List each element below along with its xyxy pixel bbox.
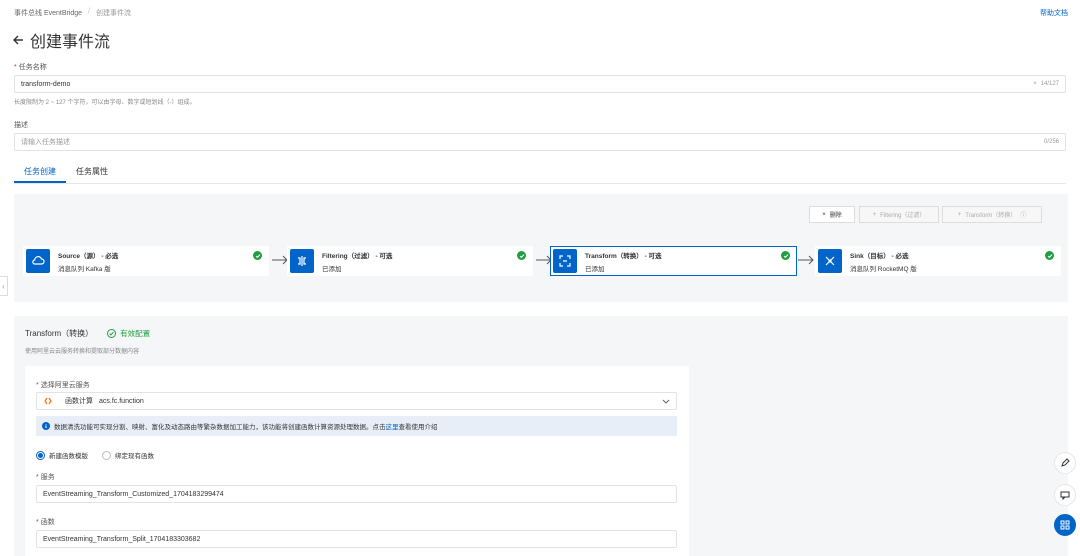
node-subtitle: 消息队列 Kafka 版 xyxy=(58,265,111,273)
check-icon xyxy=(517,251,526,260)
chevron-down-icon xyxy=(662,399,670,404)
node-subtitle: 已添加 xyxy=(585,265,605,273)
function-compute-icon xyxy=(44,397,52,405)
node-subtitle: 已添加 xyxy=(322,265,342,273)
collapse-chevron-icon[interactable]: ‹ xyxy=(0,276,8,296)
node-subtitle: 消息队列 RocketMQ 版 xyxy=(850,265,917,273)
tab-task-properties[interactable]: 任务属性 xyxy=(66,160,118,183)
transform-config-panel: Transform（转换） 有效配置 使用阿里云云服务转换和提取部分数据内容 *… xyxy=(14,316,1068,556)
flow-node-filtering[interactable]: Filtering（过滤） - 可选 已添加 xyxy=(287,246,533,276)
filter-icon xyxy=(290,249,314,273)
help-doc-link[interactable]: 帮助文档 xyxy=(1040,8,1068,18)
add-filtering-button[interactable]: + Filtering（过滤） xyxy=(859,206,939,223)
breadcrumb-current: 创建事件流 xyxy=(96,10,132,17)
flow-node-source[interactable]: Source（源） - 必选 消息队列 Kafka 版 xyxy=(23,246,269,276)
service-value: acs.fc.function xyxy=(99,397,144,405)
function-input[interactable]: EventStreaming_Transform_Split_170418330… xyxy=(36,530,677,548)
apps-icon xyxy=(1060,520,1070,530)
node-title: Sink（目标） - 必选 xyxy=(850,252,909,260)
task-name-value: transform-demo xyxy=(21,80,71,88)
node-title: Source（源） - 必选 xyxy=(58,252,119,260)
plus-icon: + xyxy=(957,211,962,218)
server-label: * 服务 xyxy=(36,474,55,481)
flow-panel: × 删除 + Filtering（过滤） + Transform（转换） ⓘ Sourc… xyxy=(14,194,1068,302)
back-arrow-icon[interactable] xyxy=(12,34,24,46)
required-mark: * xyxy=(14,64,17,71)
cloud-icon xyxy=(26,249,50,273)
function-mode-radio-group: 新建函数模版 绑定现有函数 xyxy=(36,450,154,460)
task-name-input[interactable]: transform-demo × 14/127 xyxy=(14,75,1066,93)
chat-icon xyxy=(1060,491,1070,500)
check-icon xyxy=(1045,251,1054,260)
breadcrumb-root[interactable]: 事件总线 EventBridge xyxy=(14,8,82,18)
network-icon xyxy=(818,249,842,273)
config-description: 使用阿里云云服务转换和提取部分数据内容 xyxy=(25,349,140,355)
task-name-counter: 14/127 xyxy=(1040,81,1059,87)
description-input[interactable]: 请输入任务描述 0/256 xyxy=(14,133,1066,151)
radio-new-template[interactable]: 新建函数模版 xyxy=(36,450,88,460)
radio-empty-icon xyxy=(102,450,111,460)
check-icon xyxy=(253,251,262,260)
check-icon xyxy=(781,251,790,260)
service-select[interactable]: 函数计算 acs.fc.function xyxy=(36,392,677,410)
function-label: * 函数 xyxy=(36,519,55,526)
delete-button[interactable]: × 删除 xyxy=(809,206,855,223)
info-text: 数据清洗功能可实现分割、映射、富化及动态路由等繁杂数据加工能力，该功能将创建函数… xyxy=(54,424,386,431)
task-name-hint: 长度限制为 2 ~ 127 个字符，可以由字母、数字或短划线（-）组成。 xyxy=(14,100,196,106)
breadcrumb: 事件总线 EventBridge / 创建事件流 xyxy=(14,8,131,18)
config-title: Transform（转换） xyxy=(25,329,94,338)
close-icon: × xyxy=(822,211,826,218)
apps-button[interactable] xyxy=(1054,514,1076,536)
server-input[interactable]: EventStreaming_Transform_Customized_1704… xyxy=(36,485,677,503)
add-transform-button[interactable]: + Transform（转换） ⓘ xyxy=(942,206,1042,223)
clear-icon[interactable]: × xyxy=(1033,81,1037,87)
node-title: Transform（转换） - 可选 xyxy=(585,252,662,260)
config-header: Transform（转换） 有效配置 xyxy=(25,328,150,339)
radio-selected-icon xyxy=(36,450,45,460)
tabs: 任务创建 任务属性 xyxy=(14,160,1066,184)
arrow-right-icon xyxy=(798,255,814,265)
config-card: * 选择阿里云服务 函数计算 acs.fc.function 数据清洗功能可实现分… xyxy=(25,366,689,556)
plus-icon: + xyxy=(872,211,877,218)
help-circle-icon: ⓘ xyxy=(1020,213,1027,219)
flow-node-sink[interactable]: Sink（目标） - 必选 消息队列 RocketMQ 版 xyxy=(815,246,1061,276)
info-suffix: 查看使用介绍 xyxy=(398,424,438,431)
breadcrumb-separator: / xyxy=(88,8,91,15)
flow-node-transform[interactable]: Transform（转换） - 可选 已添加 xyxy=(550,246,797,276)
radio-bind-existing[interactable]: 绑定现有函数 xyxy=(102,450,154,460)
task-name-label: * 任务名称 xyxy=(14,64,47,71)
chat-button[interactable] xyxy=(1054,484,1076,506)
transform-icon xyxy=(553,249,577,273)
tab-task-create[interactable]: 任务创建 xyxy=(14,160,66,183)
service-name: 函数计算 xyxy=(65,398,93,405)
server-value: EventStreaming_Transform_Customized_1704… xyxy=(43,490,224,498)
info-icon xyxy=(42,422,50,430)
info-alert: 数据清洗功能可实现分割、映射、富化及动态路由等繁杂数据加工能力，该功能将创建函数… xyxy=(36,416,677,436)
pencil-icon xyxy=(1061,458,1070,467)
service-label: * 选择阿里云服务 xyxy=(36,382,90,389)
page-title: 创建事件流 xyxy=(30,34,111,51)
check-circle-icon xyxy=(107,329,117,338)
info-link[interactable]: 这里 xyxy=(386,424,399,431)
function-value: EventStreaming_Transform_Split_170418330… xyxy=(43,535,201,543)
status-badge: 有效配置 xyxy=(107,328,150,339)
node-title: Filtering（过滤） - 可选 xyxy=(322,252,393,260)
description-placeholder: 请输入任务描述 xyxy=(21,139,70,146)
description-counter: 0/256 xyxy=(1043,139,1059,145)
page-header: 创建事件流 xyxy=(12,28,110,52)
description-label: 描述 xyxy=(14,122,28,129)
edit-feedback-button[interactable] xyxy=(1054,452,1076,474)
